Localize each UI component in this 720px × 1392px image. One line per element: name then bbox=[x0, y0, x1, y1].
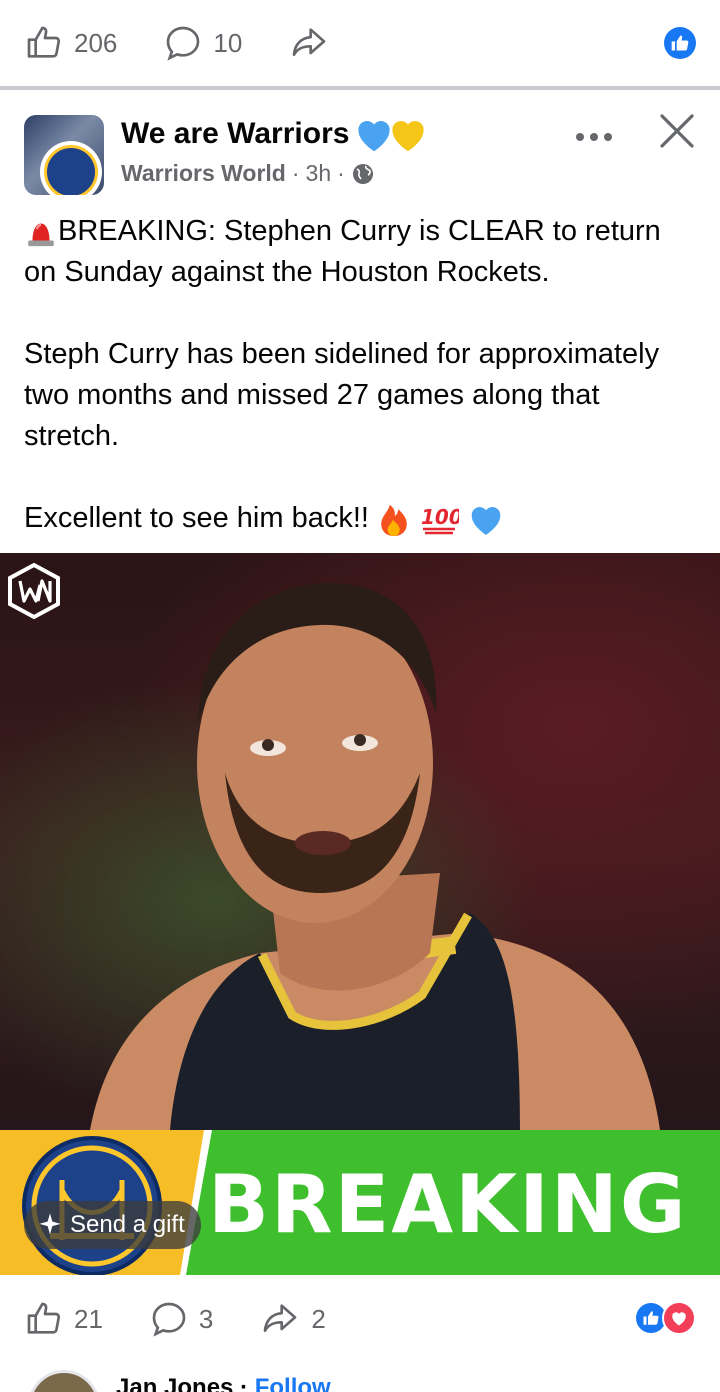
share-button[interactable] bbox=[288, 23, 330, 63]
wn-watermark-logo-icon bbox=[8, 563, 60, 619]
post-image[interactable]: BREAKING Send a gift bbox=[0, 553, 720, 1275]
hundred-points-icon: 100 bbox=[421, 505, 459, 535]
post-header: We are Warriors Warriors World · 3h · bbox=[24, 112, 696, 196]
meta-separator: · bbox=[337, 160, 345, 186]
prev-post-action-bar: 206 10 bbox=[0, 0, 720, 86]
comment-count: 10 bbox=[213, 27, 243, 58]
police-light-icon bbox=[28, 223, 54, 247]
yellow-heart-icon bbox=[392, 120, 425, 152]
comment-icon bbox=[167, 26, 200, 61]
player-illustration bbox=[90, 583, 660, 1130]
share-button[interactable]: 2 bbox=[259, 1299, 326, 1339]
post-text-paragraph-2: Steph Curry has been sidelined for appro… bbox=[24, 338, 660, 452]
comment-count: 3 bbox=[198, 1303, 214, 1334]
comment-preview: Jan Jones · Follow bbox=[28, 1368, 708, 1392]
share-count: 2 bbox=[311, 1303, 326, 1334]
breaking-banner-text: BREAKING bbox=[208, 1158, 688, 1251]
group-name-row[interactable]: We are Warriors bbox=[121, 115, 429, 153]
post-text: BREAKING: Stephen Curry is CLEAR to retu… bbox=[24, 211, 700, 539]
commenter-line: Jan Jones · Follow bbox=[116, 1374, 331, 1392]
group-avatar[interactable] bbox=[24, 115, 104, 195]
name-separator: · bbox=[240, 1374, 249, 1392]
post-text-paragraph-1: BREAKING: Stephen Curry is CLEAR to retu… bbox=[24, 215, 661, 288]
post-divider bbox=[0, 86, 720, 90]
love-reaction-icon bbox=[662, 1301, 696, 1335]
blue-heart-icon bbox=[471, 507, 501, 536]
group-name: We are Warriors bbox=[121, 117, 350, 150]
player-photo bbox=[0, 553, 720, 1130]
post-time[interactable]: 3h bbox=[306, 160, 332, 187]
reactions-summary[interactable] bbox=[634, 1301, 696, 1335]
warriors-logo-icon bbox=[40, 141, 102, 195]
gift-sparkle-icon bbox=[39, 1213, 61, 1235]
comment-button[interactable]: 10 bbox=[163, 23, 242, 63]
share-icon bbox=[264, 1304, 297, 1332]
thumbs-up-icon bbox=[27, 1302, 61, 1334]
post-text-paragraph-3: Excellent to see him back!! bbox=[24, 502, 369, 534]
comment-icon bbox=[152, 1302, 186, 1337]
more-options-button[interactable] bbox=[572, 122, 616, 152]
like-count: 206 bbox=[74, 27, 118, 58]
follow-button[interactable]: Follow bbox=[255, 1374, 331, 1392]
like-button[interactable]: 21 bbox=[24, 1299, 103, 1339]
hide-post-button[interactable] bbox=[658, 112, 696, 150]
send-gift-label: Send a gift bbox=[70, 1211, 185, 1238]
like-button[interactable]: 206 bbox=[24, 23, 117, 63]
commenter-name[interactable]: Jan Jones bbox=[116, 1374, 233, 1392]
post-action-bar: 21 3 2 bbox=[0, 1276, 720, 1362]
close-icon bbox=[660, 114, 694, 148]
svg-text:100: 100 bbox=[421, 505, 459, 529]
send-gift-button[interactable]: Send a gift bbox=[24, 1201, 201, 1249]
like-reaction-icon bbox=[664, 27, 696, 59]
more-icon bbox=[576, 133, 612, 141]
share-icon bbox=[292, 28, 326, 57]
globe-icon bbox=[352, 163, 373, 184]
meta-separator: · bbox=[291, 160, 300, 186]
thumbs-up-icon bbox=[27, 26, 61, 58]
post-meta: Warriors World · 3h · bbox=[121, 160, 375, 187]
post-author[interactable]: Warriors World bbox=[121, 160, 286, 187]
commenter-avatar[interactable] bbox=[28, 1370, 100, 1392]
comment-button[interactable]: 3 bbox=[149, 1299, 213, 1339]
fire-icon bbox=[381, 505, 407, 537]
like-count: 21 bbox=[74, 1303, 103, 1334]
